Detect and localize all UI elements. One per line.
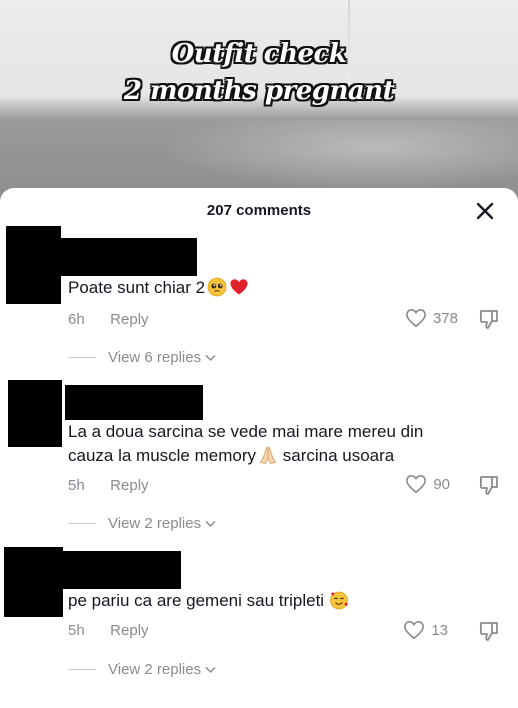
chevron-down-icon <box>205 666 216 673</box>
comment-body: Poate sunt chiar 2 <box>68 278 206 297</box>
avatar-redacted[interactable] <box>8 380 62 447</box>
comment-meta: 5h Reply <box>68 477 149 494</box>
pleading-face-emoji <box>207 277 227 297</box>
close-icon[interactable] <box>474 200 496 222</box>
like-count: 90 <box>433 475 450 493</box>
comment-body-line-1: La a doua sarcina se vede mai mare mereu… <box>68 422 424 441</box>
comment-meta: 5h Reply <box>68 622 149 639</box>
like-count: 378 <box>432 309 458 327</box>
reply-button[interactable]: Reply <box>110 311 148 328</box>
comment-item: La a doua sarcina se vede mai mare mereu… <box>0 378 518 548</box>
username-redacted[interactable] <box>63 551 181 589</box>
heart-outline-icon <box>406 474 427 494</box>
view-replies-button[interactable]: View 6 replies <box>68 349 216 366</box>
comment-item: Poate sunt chiar 2 6h Reply 378 View 6 r… <box>0 224 518 384</box>
view-replies-label: View 2 replies <box>108 661 202 678</box>
replies-divider <box>68 357 96 358</box>
dislike-icon[interactable] <box>478 620 500 642</box>
reply-button[interactable]: Reply <box>110 622 148 639</box>
avatar-redacted[interactable] <box>4 547 63 617</box>
comment-time: 5h <box>68 622 85 639</box>
like-count: 13 <box>431 621 448 639</box>
video-caption-overlay: Outfit check 2 months pregnant <box>0 36 518 110</box>
overlay-line-1: Outfit check <box>171 39 347 69</box>
heart-outline-icon <box>404 620 425 640</box>
view-replies-label: View 6 replies <box>108 349 202 366</box>
like-button[interactable]: 378 <box>405 308 458 328</box>
username-redacted[interactable] <box>60 238 197 276</box>
comment-body-part-a: cauza la muscle memory <box>68 446 257 465</box>
reply-button[interactable]: Reply <box>110 477 148 494</box>
chevron-down-icon <box>205 354 216 361</box>
comment-count: 207 comments <box>206 202 312 219</box>
red-heart-emoji <box>230 279 248 295</box>
heart-outline-icon <box>406 308 426 328</box>
view-replies-button[interactable]: View 2 replies <box>68 515 216 532</box>
like-button[interactable]: 90 <box>405 474 450 494</box>
comment-text: La a doua sarcina se vede mai mare mereu… <box>68 420 488 468</box>
chevron-down-icon <box>205 520 216 527</box>
replies-divider <box>68 523 96 524</box>
comment-time: 6h <box>68 311 85 328</box>
view-replies-label: View 2 replies <box>108 515 202 532</box>
comment-time: 5h <box>68 477 85 494</box>
username-redacted[interactable] <box>65 385 203 420</box>
folded-hands-emoji <box>259 446 277 464</box>
overlay-line-2: 2 months pregnant <box>123 76 395 106</box>
avatar-redacted[interactable] <box>6 226 61 304</box>
view-replies-button[interactable]: View 2 replies <box>68 661 216 678</box>
comment-text: Poate sunt chiar 2 <box>68 276 488 300</box>
comment-text: pe pariu ca are gemeni sau tripleti <box>68 589 488 613</box>
replies-divider <box>68 669 96 670</box>
video-background[interactable]: Outfit check 2 months pregnant <box>0 0 518 200</box>
dislike-icon[interactable] <box>478 308 500 330</box>
dislike-icon[interactable] <box>478 474 500 496</box>
comment-body-line-2: cauza la muscle memory sarcina usoara <box>68 444 488 468</box>
comment-meta: 6h Reply <box>68 311 149 328</box>
like-button[interactable]: 13 <box>403 620 448 640</box>
comment-body: pe pariu ca are gemeni sau tripleti <box>68 591 325 610</box>
smiling-face-with-hearts-emoji <box>330 591 348 610</box>
comment-body-part-b: sarcina usoara <box>278 446 395 465</box>
floor-shine <box>160 120 518 190</box>
